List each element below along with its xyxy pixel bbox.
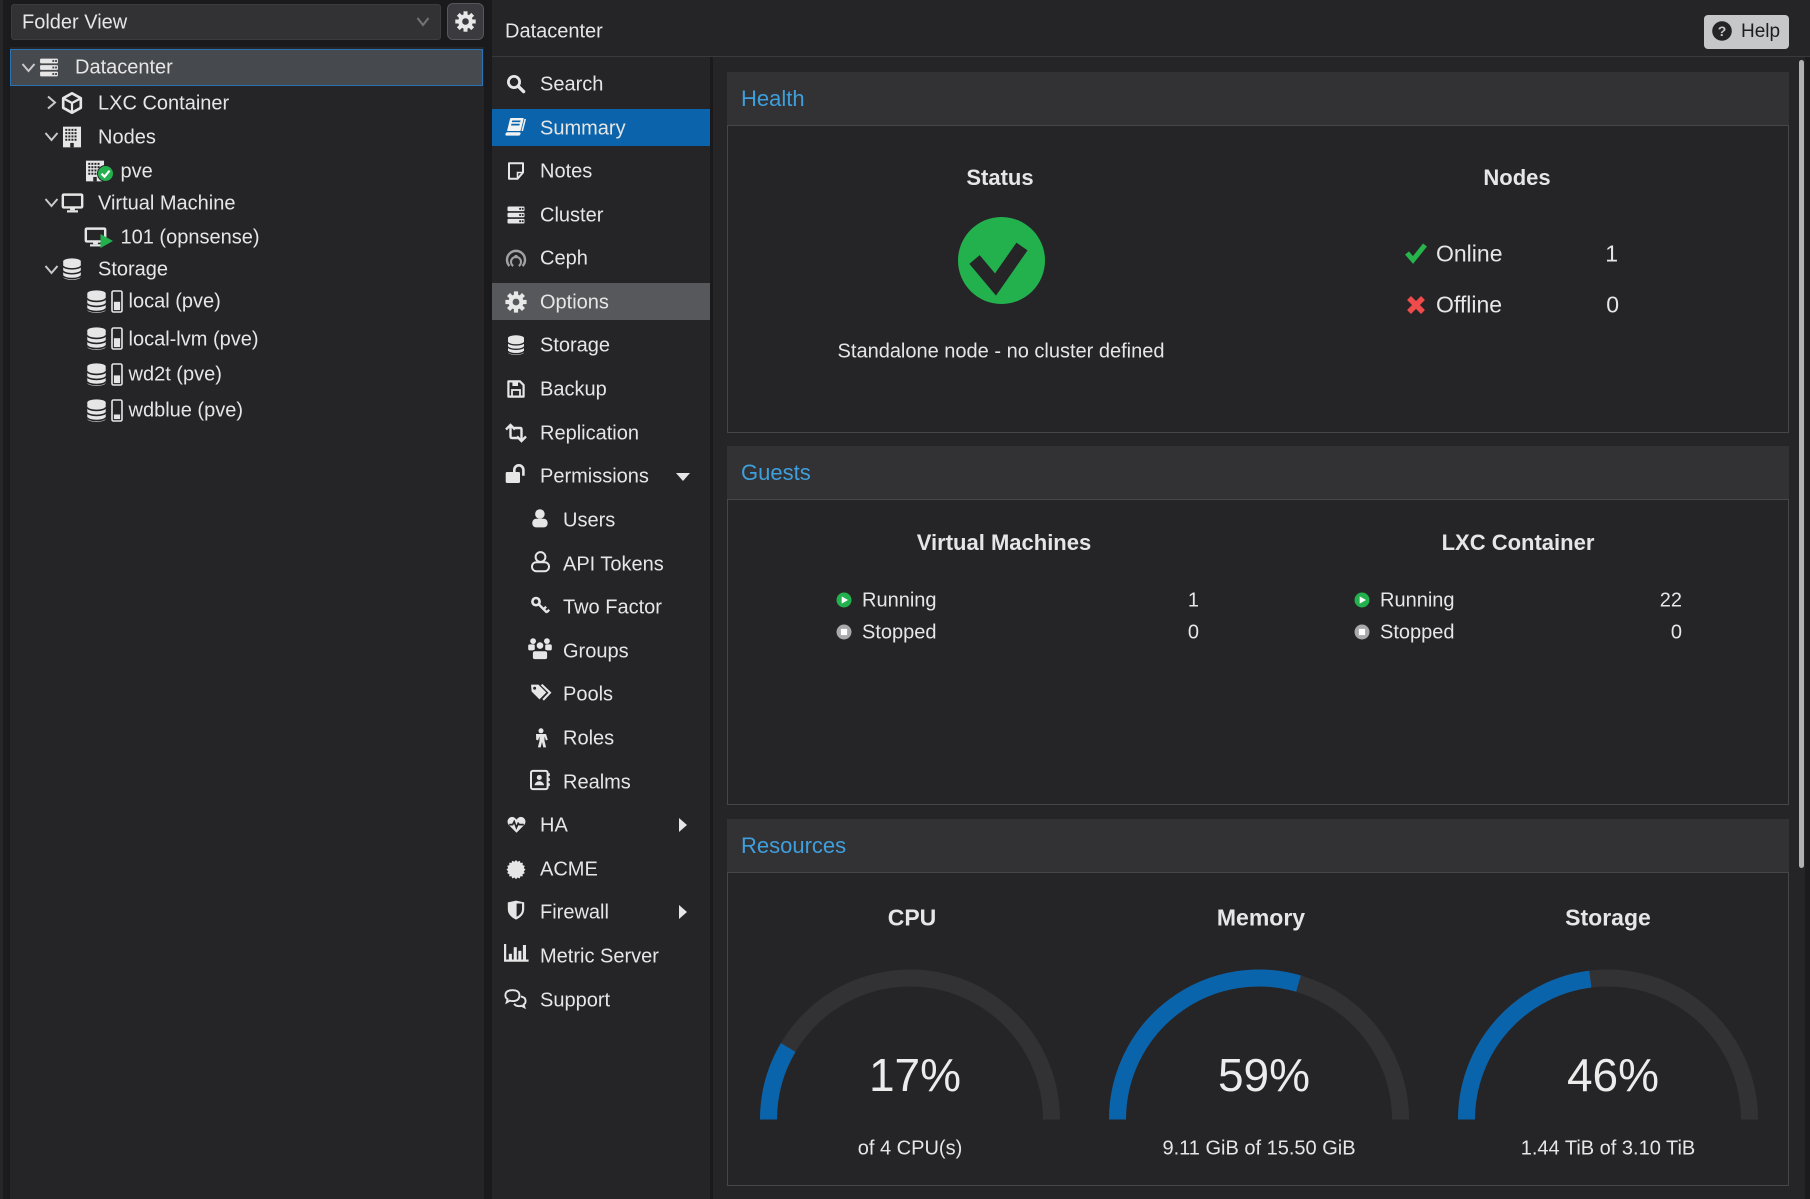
svg-text:?: ? [1718,23,1727,39]
